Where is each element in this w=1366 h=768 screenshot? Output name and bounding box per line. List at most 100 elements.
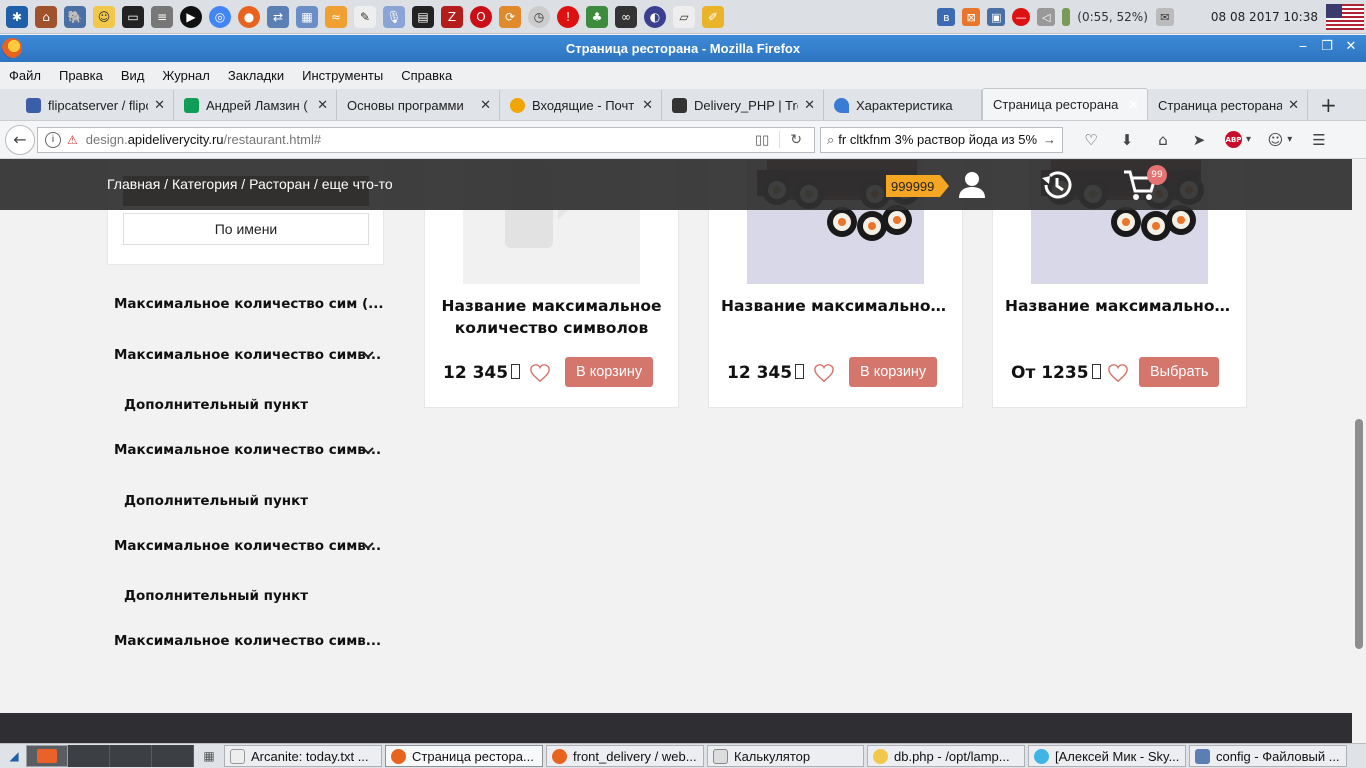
clock-app-icon[interactable]: ◷ [528, 5, 550, 28]
page-scrollbar[interactable] [1352, 159, 1366, 743]
product-name[interactable]: Название максимальное количество символо… [425, 295, 678, 339]
user-icon[interactable] [954, 167, 990, 203]
chevron-down-icon[interactable] [361, 348, 375, 362]
taskbar-item-file-manager[interactable]: config - Файловый ... [1189, 745, 1347, 767]
house-app-icon[interactable]: ⌂ [35, 5, 57, 28]
paint-icon[interactable]: ✐ [702, 5, 724, 28]
category-item[interactable]: Максимальное количество симв... [114, 347, 381, 363]
app-launcher-icon[interactable]: ◢ [4, 746, 24, 766]
us-flag-icon[interactable] [1326, 4, 1364, 30]
subcategory-item[interactable]: Дополнительный пункт [124, 397, 308, 413]
menu-edit[interactable]: Правка [59, 68, 103, 83]
eclipse-icon[interactable]: ◐ [644, 5, 666, 28]
desktop-3[interactable] [110, 745, 152, 767]
menu-history[interactable]: Журнал [162, 68, 209, 83]
info-icon[interactable]: i [45, 131, 61, 148]
sort-by-name-button[interactable]: По имени [123, 213, 369, 245]
url-text[interactable]: design.apideliverycity.ru/restaurant.htm… [86, 132, 755, 147]
terminal-icon[interactable]: ▭ [122, 5, 144, 28]
tab-characteristic[interactable]: Характеристика [824, 90, 982, 120]
tab-inbox[interactable]: Входящие - Почт ✕ [500, 90, 662, 120]
menu-view[interactable]: Вид [121, 68, 145, 83]
new-tab-button[interactable]: + [1320, 93, 1337, 117]
taskbar-item-firefox-2[interactable]: front_delivery / web... [546, 745, 704, 767]
category-item[interactable]: Максимальное количество сим (... [114, 296, 384, 312]
category-item[interactable]: Максимальное количество симв... [114, 442, 381, 458]
filezilla-icon[interactable]: Z [441, 5, 463, 28]
greasemonkey-icon[interactable]: ☺ ▾ [1265, 128, 1295, 152]
disk-icon[interactable]: ≡ [151, 5, 173, 28]
binoculars-icon[interactable]: ∞ [615, 5, 637, 28]
torrent-icon[interactable]: ⟳ [499, 5, 521, 28]
battery-icon[interactable] [1062, 8, 1071, 26]
notes-icon[interactable]: ▱ [673, 5, 695, 28]
desktop-4[interactable] [152, 745, 194, 767]
xampp-icon[interactable]: ⊠ [962, 8, 981, 26]
url-bar[interactable]: i ⚠ design.apideliverycity.ru/restaurant… [37, 126, 815, 153]
clock[interactable]: 08 08 2017 10:38 [1211, 10, 1318, 24]
stop-icon[interactable]: — [1012, 8, 1031, 26]
menu-bookmarks[interactable]: Закладки [228, 68, 284, 83]
tab-close-icon[interactable]: ✕ [804, 97, 815, 113]
taskbar-item-dbphp[interactable]: db.php - /opt/lamp... [867, 745, 1025, 767]
taskbar-item-firefox[interactable]: Страница рестора... [385, 745, 543, 767]
choose-button[interactable]: Выбрать [1139, 357, 1220, 387]
tab-flipcatserver[interactable]: flipcatserver / flipc ✕ [16, 90, 174, 120]
desktop-1[interactable] [26, 745, 68, 767]
bluetooth-icon[interactable]: ʙ [937, 8, 956, 26]
text-editor-icon[interactable]: ✎ [354, 5, 376, 28]
pocket-icon[interactable]: ♡ [1079, 128, 1103, 152]
category-item[interactable]: Максимальное количество симв... [114, 633, 381, 649]
taskbar-item-editor[interactable]: Arcanite: today.txt ... [224, 745, 382, 767]
heart-icon[interactable] [529, 363, 551, 383]
adblock-plus-icon[interactable]: ABP ▾ [1223, 128, 1253, 152]
network-app-icon[interactable]: ⇄ [267, 5, 289, 28]
kde-menu-icon[interactable]: ✱ [6, 5, 28, 28]
media-player-icon[interactable]: ▶ [180, 5, 202, 28]
volume-icon[interactable]: ◁ [1037, 8, 1056, 26]
smiley-app-icon[interactable]: ☺ [93, 5, 115, 28]
menu-file[interactable]: Файл [9, 68, 41, 83]
add-to-cart-button[interactable]: В корзину [849, 357, 938, 387]
close-icon[interactable]: ✕ [1344, 39, 1358, 54]
tab-close-icon[interactable]: ✕ [1128, 97, 1139, 113]
search-go-icon[interactable]: → [1043, 132, 1056, 147]
tab-close-icon[interactable]: ✕ [642, 97, 653, 113]
tab-close-icon[interactable]: ✕ [317, 97, 328, 113]
taskbar-item-calculator[interactable]: Калькулятор [707, 745, 864, 767]
database-icon[interactable]: 🐘 [64, 5, 86, 28]
product-name[interactable]: Название максимальное ... [709, 295, 962, 317]
alert-app-icon[interactable]: ! [557, 5, 579, 28]
network-icon[interactable]: ▣ [987, 8, 1006, 26]
product-name[interactable]: Название максимальное ... [993, 295, 1246, 317]
subcategory-item[interactable]: Дополнительный пункт [124, 493, 308, 509]
balance-badge[interactable]: 999999 [886, 175, 950, 197]
heart-icon[interactable] [1107, 363, 1129, 383]
menu-help[interactable]: Справка [401, 68, 452, 83]
tab-close-icon[interactable]: ✕ [1288, 97, 1299, 113]
breadcrumb[interactable]: Главная / Категория / Расторан / еще что… [107, 176, 393, 192]
tab-trello[interactable]: Delivery_PHP | Tre ✕ [662, 90, 824, 120]
system-monitor-icon[interactable]: ▤ [412, 5, 434, 28]
send-icon[interactable]: ➤ [1187, 128, 1211, 152]
taskbar-item-skype[interactable]: [Алексей Мик - Sky... [1028, 745, 1186, 767]
tab-close-icon[interactable]: ✕ [154, 97, 165, 113]
scrollbar-thumb[interactable] [1355, 419, 1363, 649]
minimize-icon[interactable]: ‒ [1296, 39, 1310, 54]
back-button[interactable]: ← [5, 124, 35, 155]
tab-restaurant-active[interactable]: Страница ресторана ✕ [982, 88, 1148, 120]
menu-tools[interactable]: Инструменты [302, 68, 383, 83]
reload-icon[interactable]: ↻ [779, 131, 802, 148]
chevron-down-icon[interactable] [361, 539, 375, 553]
firefox-icon[interactable]: ● [238, 5, 260, 28]
tab-restaurant[interactable]: Страница ресторана ✕ [1148, 90, 1308, 120]
wifi-icon[interactable]: ≈ [325, 5, 347, 28]
search-bar[interactable]: ⌕ fr cltkfnm 3% раствор йода из 5% → [820, 126, 1063, 153]
microphone-icon[interactable]: 🎙 [383, 5, 405, 28]
hamburger-menu-icon[interactable]: ☰ [1307, 128, 1331, 152]
tab-programming-basics[interactable]: Основы программи ✕ [337, 90, 500, 120]
reader-view-icon[interactable]: ▯▯ [755, 132, 769, 148]
calculator-launcher-icon[interactable]: ▦ [200, 747, 218, 765]
chart-app-icon[interactable]: ▦ [296, 5, 318, 28]
search-input[interactable]: fr cltkfnm 3% раствор йода из 5% [838, 132, 1040, 147]
